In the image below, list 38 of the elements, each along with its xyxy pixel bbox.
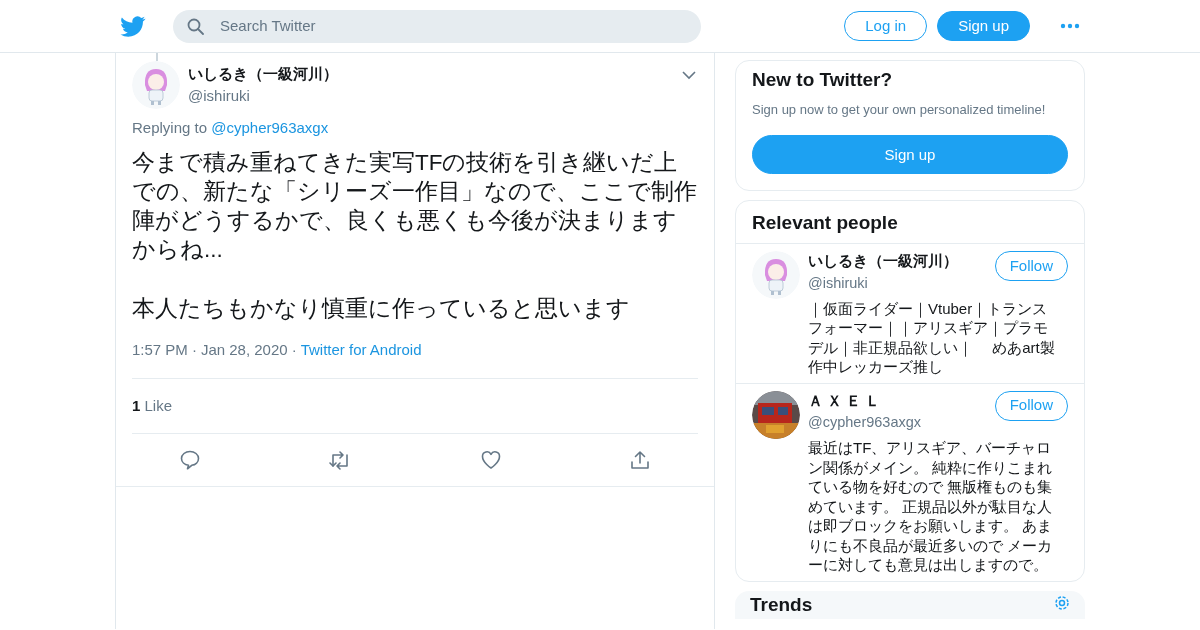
- user-handle: @ishiruki: [188, 86, 251, 106]
- settings-icon[interactable]: [1054, 594, 1070, 611]
- signup-button[interactable]: Sign up: [937, 11, 1030, 41]
- avatar: [752, 251, 800, 300]
- bird-icon[interactable]: [120, 15, 146, 37]
- search-bar[interactable]: Search Twitter: [173, 9, 701, 43]
- card-title: New to Twitter?: [752, 69, 894, 92]
- heart-icon[interactable]: [480, 450, 501, 470]
- user-name[interactable]: いしるき（一級河川）: [808, 251, 958, 273]
- replying-to: Replying to @cypher963axgx: [132, 118, 330, 138]
- avatar: [132, 61, 180, 109]
- search-field[interactable]: Search Twitter: [218, 13, 687, 39]
- user-bio: ｜仮面ライダー｜Vtuber｜トランスフォーマー｜｜アリスギア｜プラモデル｜非正規品欲しい｜ めあart製作中レッカーズ推し: [808, 298, 1056, 377]
- signup-button[interactable]: Sign up: [752, 135, 1068, 175]
- user-name[interactable]: Ａ Ｘ Ｅ Ｌ: [808, 390, 922, 413]
- search-icon: [187, 17, 204, 35]
- tweet-date: Jan 28, 2020: [200, 340, 288, 360]
- reply-icon[interactable]: [180, 450, 200, 470]
- card-title: Relevant people: [751, 211, 899, 236]
- mention-link[interactable]: @cypher963axgx: [211, 119, 329, 136]
- card-title: Trends: [750, 594, 813, 617]
- more-icon[interactable]: [1060, 23, 1080, 29]
- card-subtitle: Sign up now to get your own personalized timeline!: [752, 100, 1047, 119]
- login-button[interactable]: Log in: [844, 11, 928, 41]
- like-count[interactable]: 1 Like: [132, 378, 698, 433]
- user-handle: @cypher963axgx: [808, 413, 922, 433]
- user-bio: 最近はTF、アリスギア、バーチャロン関係がメイン。 純粋に作りこまれている物を好むので 無版権ものも集めています。 正規品以外が駄目な人は即ブロックをお願いします。 あまりにも不良品が最近多いので メーカーに対しても意見は出しますので。: [808, 438, 1054, 575]
- separator-dot: ·: [191, 340, 197, 360]
- follow-button[interactable]: Follow: [994, 390, 1068, 421]
- user-name[interactable]: いしるき（一級河川）: [188, 62, 338, 85]
- tweet-text: 今まで積み重ねてきた実写TFの技術を引き継いだ上での、新たな「シリーズ一作目」なので、ここで制作陣がどうするかで、良くも悪くも今後が決まりますからね... 本人たちもかなり慎重に作っていると思います: [132, 148, 698, 323]
- user-handle: @ishiruki: [808, 273, 869, 293]
- tweet-time: 1:57 PM: [132, 340, 188, 360]
- separator-dot: ·: [291, 340, 297, 360]
- follow-button[interactable]: Follow: [994, 251, 1068, 282]
- share-icon[interactable]: [630, 450, 650, 470]
- source-link[interactable]: Twitter for Android: [300, 339, 422, 362]
- chevron-icon[interactable]: [682, 70, 696, 80]
